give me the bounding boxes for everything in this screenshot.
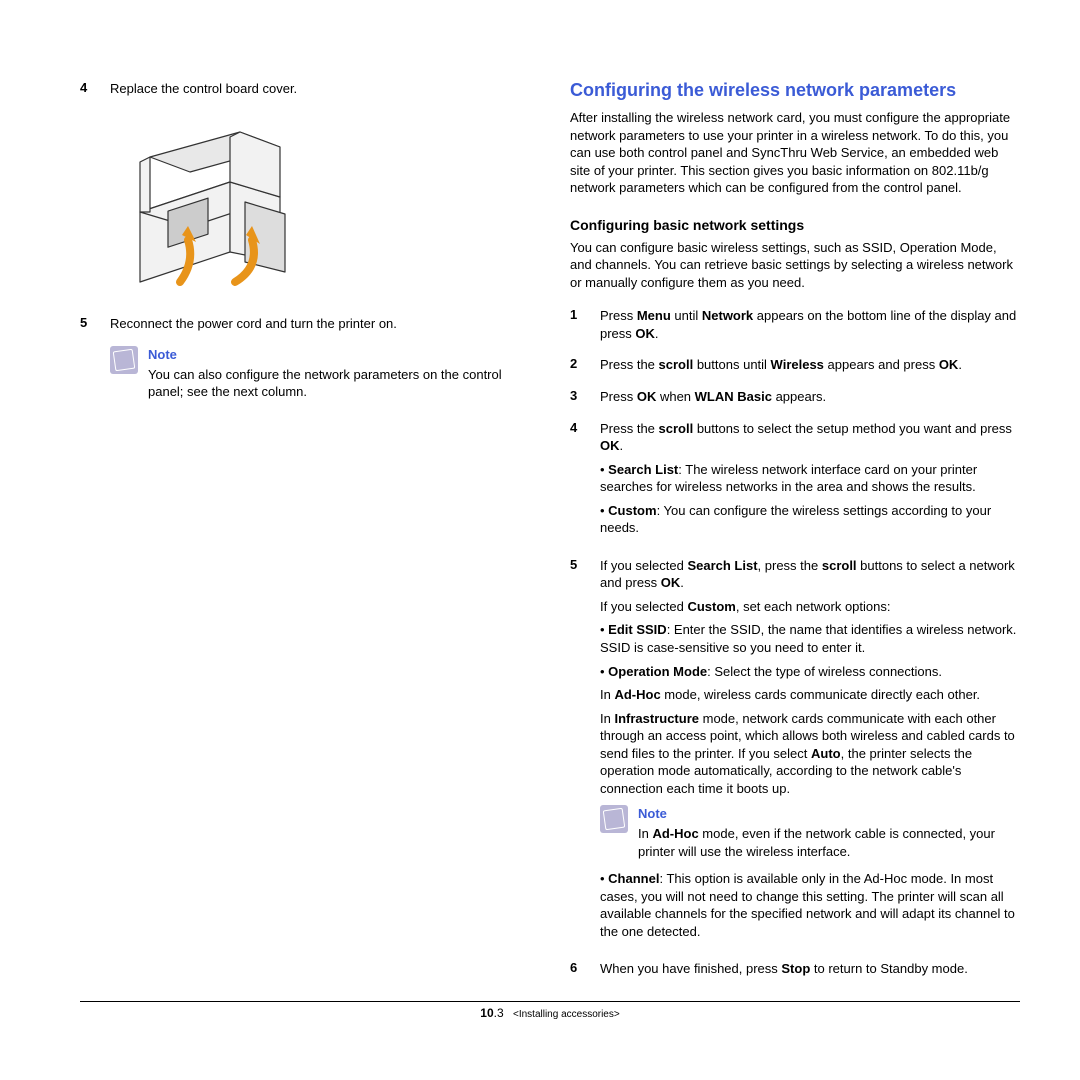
note-block: Note You can also configure the network … [110, 346, 530, 401]
step-text: When you have finished, press Stop to re… [600, 960, 1020, 978]
step-2: 2 Press the scroll buttons until Wireles… [570, 356, 1020, 374]
note-icon [600, 805, 628, 833]
step-text: Reconnect the power cord and turn the pr… [110, 315, 530, 333]
page-body: 4 Replace the control board cover. [0, 0, 1080, 992]
page-footer-label: <Installing accessories> [513, 1009, 620, 1020]
page-number-chapter: 10 [480, 1006, 493, 1020]
step-number: 6 [570, 960, 588, 978]
note-label: Note [638, 805, 1020, 823]
para-infrastructure: In Infrastructure mode, network cards co… [600, 710, 1020, 798]
step-number: 4 [570, 420, 588, 543]
note-icon [110, 346, 138, 374]
step-text: Press the scroll buttons until Wireless … [600, 356, 1020, 374]
bullet-edit-ssid: • Edit SSID: Enter the SSID, the name th… [600, 621, 1020, 656]
bullet-search-list: • Search List: The wireless network inte… [600, 461, 1020, 496]
note-body: Note You can also configure the network … [148, 346, 530, 401]
note-text: You can also configure the network param… [148, 366, 530, 401]
step-text: Press the scroll buttons to select the s… [600, 420, 1020, 543]
step-3: 3 Press OK when WLAN Basic appears. [570, 388, 1020, 406]
step-1: 1 Press Menu until Network appears on th… [570, 307, 1020, 342]
page-footer: 10.3 <Installing accessories> [80, 1001, 1020, 1020]
step-6: 6 When you have finished, press Stop to … [570, 960, 1020, 978]
subsection-intro: You can configure basic wireless setting… [570, 239, 1020, 292]
step-4: 4 Replace the control board cover. [80, 80, 530, 98]
step-text: Press Menu until Network appears on the … [600, 307, 1020, 342]
step-number: 5 [80, 315, 98, 333]
bullet-custom: • Custom: You can configure the wireless… [600, 502, 1020, 537]
step-text: Replace the control board cover. [110, 80, 530, 98]
right-column: Configuring the wireless network paramet… [570, 80, 1020, 992]
bullet-operation-mode: • Operation Mode: Select the type of wir… [600, 663, 1020, 681]
step-number: 1 [570, 307, 588, 342]
section-intro: After installing the wireless network ca… [570, 109, 1020, 197]
step-text: If you selected Search List, press the s… [600, 557, 1020, 946]
step-4r: 4 Press the scroll buttons to select the… [570, 420, 1020, 543]
step-text: Press OK when WLAN Basic appears. [600, 388, 1020, 406]
left-column: 4 Replace the control board cover. [80, 80, 530, 992]
printer-illustration [110, 122, 310, 292]
note-block-inner: Note In Ad-Hoc mode, even if the network… [600, 805, 1020, 860]
subsection-title: Configuring basic network settings [570, 217, 1020, 233]
note-label: Note [148, 346, 530, 364]
step-5r: 5 If you selected Search List, press the… [570, 557, 1020, 946]
para-adhoc: In Ad-Hoc mode, wireless cards communica… [600, 686, 1020, 704]
note-body: Note In Ad-Hoc mode, even if the network… [638, 805, 1020, 860]
step-number: 4 [80, 80, 98, 98]
page-number-sub: .3 [494, 1006, 504, 1020]
step-number: 5 [570, 557, 588, 946]
step-number: 2 [570, 356, 588, 374]
step-number: 3 [570, 388, 588, 406]
section-title: Configuring the wireless network paramet… [570, 80, 1020, 101]
note-text: In Ad-Hoc mode, even if the network cabl… [638, 825, 1020, 860]
para-custom: If you selected Custom, set each network… [600, 598, 1020, 616]
step-5: 5 Reconnect the power cord and turn the … [80, 315, 530, 333]
bullet-channel: • Channel: This option is available only… [600, 870, 1020, 940]
